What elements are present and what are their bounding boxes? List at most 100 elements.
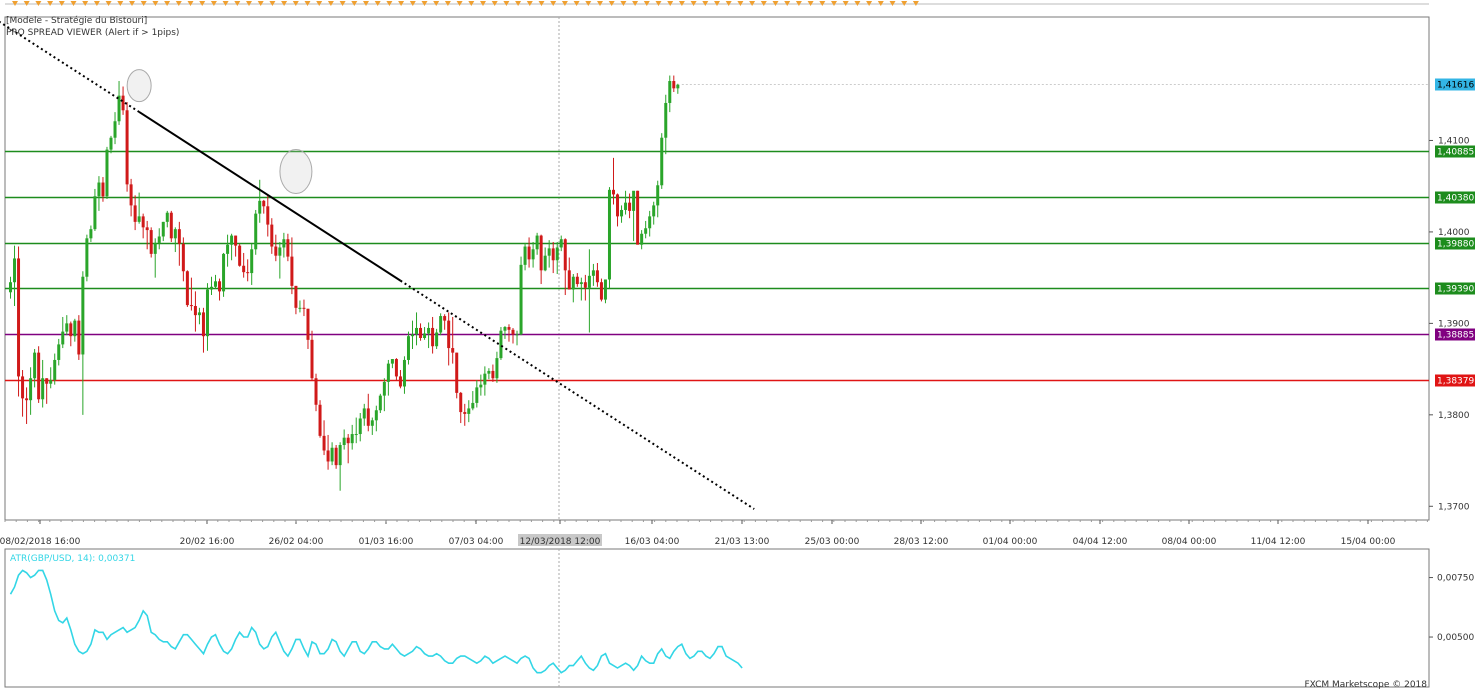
candle-body [89,229,93,239]
x-tick-label: 20/02 16:00 [180,537,235,547]
candle-body [676,84,680,89]
level-badge-label: 1,38379 [1437,377,1474,387]
candle-body [411,334,414,337]
candle-body [298,307,302,309]
candle-body [197,312,201,316]
candle-body [515,334,519,336]
candle-body [668,81,672,103]
x-tick-label: 28/03 12:00 [894,537,949,547]
candle-body [415,327,419,335]
candle-body [427,327,431,334]
candle-body [503,327,507,331]
candle-body [214,281,218,287]
candle-body [21,376,25,399]
candle-body [483,373,487,385]
candle-body [93,196,97,230]
candle-body [463,412,467,414]
candle-body [65,323,69,332]
y-tick-label: 1,3900 [1438,319,1470,329]
candle-body [547,248,551,256]
x-tick-label: 16/03 04:00 [625,537,680,547]
atr-y-tick-label: 0,00500 [1437,633,1474,643]
candle-body [193,305,197,316]
atr-pane-frame [4,548,1430,688]
candle-body [109,137,113,150]
candle-body [467,408,471,414]
candle-body [603,279,607,300]
candle-body [378,395,382,411]
atr-label: ATR(GBP/USD, 14): 0,00371 [10,554,136,564]
candle-body [322,435,326,451]
candle-body [230,235,234,245]
x-tick-label: 21/03 13:00 [715,537,770,547]
candle-body [290,256,294,286]
candle-body [234,235,238,246]
candle-body [386,363,390,382]
candle-body [69,323,73,337]
candle-body [125,110,129,185]
candle-body [77,320,81,355]
candle-body [579,282,583,285]
candle-body [97,182,101,197]
candle-body [543,255,547,271]
candle-body [370,420,374,426]
candle-body [656,185,660,206]
candle-body [153,242,157,254]
swing-high-marker [126,69,152,103]
candle-body [451,348,455,353]
price-pane-frame [4,16,1430,521]
candle-body [141,216,145,228]
candle-body [17,258,21,377]
candle-body [595,270,599,283]
candle-body [278,247,282,256]
candle-body [443,316,447,321]
x-tick-label: 08/04 00:00 [1162,537,1217,547]
candle-body [254,213,258,250]
candle-body [539,235,543,271]
candle-body [173,229,177,239]
candle-body [286,239,290,257]
candle-body [587,275,591,288]
candle-body [491,370,495,379]
candle-body [266,206,270,225]
candle-body [599,282,603,300]
candle-body [13,258,17,283]
candle-body [431,327,435,347]
candle-body [607,189,611,280]
candle-body [535,235,539,250]
candle-body [342,437,346,446]
candle-body [555,247,559,261]
candle-body [9,282,12,293]
candle-body [105,149,109,197]
candle-body [137,216,141,222]
candle-body [459,392,463,413]
candle-body [591,270,595,276]
candle-body [563,239,567,271]
swing-high-marker [279,149,313,195]
candle-body [185,271,189,306]
candle-body [25,398,29,401]
candle-body [250,249,254,274]
x-tick-label: 26/02 04:00 [269,537,324,547]
x-tick-label: 01/04 00:00 [983,537,1038,547]
candle-body [274,246,278,256]
candle-body [439,316,443,333]
candle-body [672,81,676,89]
candle-body [149,230,153,254]
candle-body [81,276,85,355]
candle-body [29,378,33,401]
y-tick-label: 1,4000 [1438,228,1470,238]
current-price-label: 1,41616 [1437,81,1474,91]
candle-body [282,239,286,248]
candle-body [258,200,262,214]
candle-body [362,408,366,419]
candle-body [201,312,205,337]
candle-body [571,276,575,290]
candle-body [222,253,226,292]
candle-body [664,102,668,138]
candle-body [350,434,354,444]
candle-body [487,370,491,374]
candle-body [45,378,49,384]
candle-body [636,190,640,245]
candle-body [519,264,523,335]
